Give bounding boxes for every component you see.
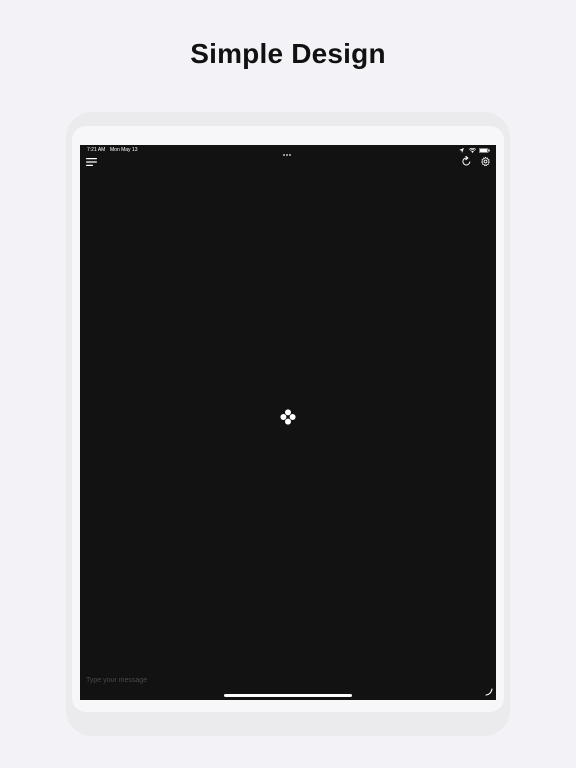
status-date: Mon May 13	[110, 147, 138, 153]
send-corner-icon[interactable]	[485, 688, 493, 696]
multitasking-dots-icon[interactable]	[283, 150, 293, 156]
app-screen: 7:21 AM Mon May 13	[80, 145, 496, 700]
status-time: 7:21 AM	[87, 147, 106, 153]
page-headline: Simple Design	[190, 38, 386, 69]
status-bar: 7:21 AM Mon May 13	[80, 145, 496, 156]
location-arrow-icon	[459, 148, 464, 153]
home-indicator[interactable]	[224, 694, 352, 697]
battery-icon	[479, 148, 490, 153]
wifi-icon	[469, 148, 476, 153]
gear-icon[interactable]	[480, 156, 491, 167]
four-dot-logo-icon	[280, 409, 296, 425]
hamburger-menu-icon[interactable]	[86, 157, 98, 167]
message-input[interactable]	[86, 674, 466, 686]
refresh-icon[interactable]	[461, 156, 472, 167]
